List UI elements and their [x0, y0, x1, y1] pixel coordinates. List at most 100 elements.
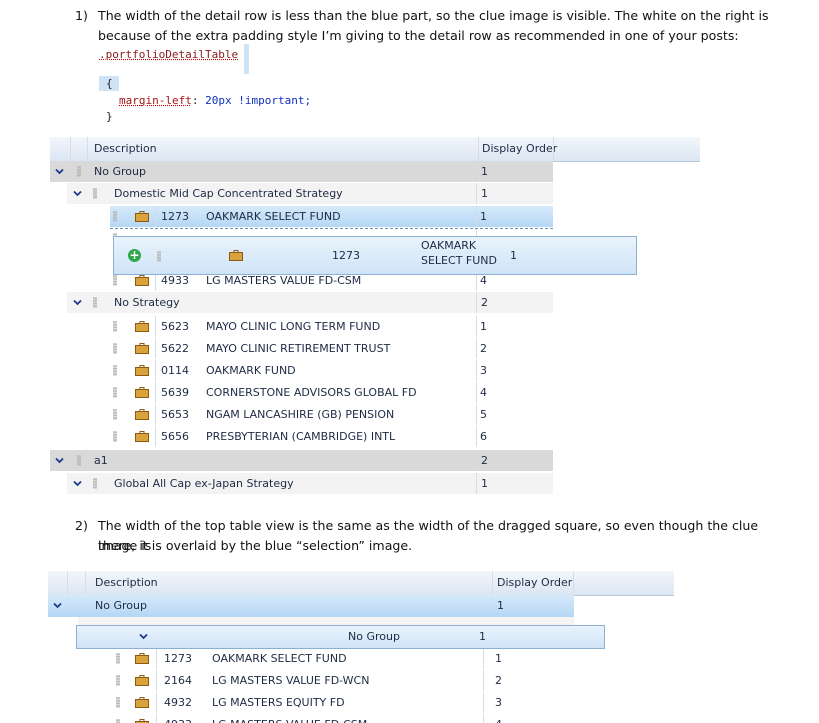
drag-clue-row[interactable]: + 1273 OAKMARK SELECT FUND 1: [113, 236, 637, 275]
subgroup-row[interactable]: No Strategy 2: [67, 292, 553, 313]
table-row[interactable]: 1273 OAKMARK SELECT FUND 1: [113, 648, 574, 669]
briefcase-icon: [135, 211, 149, 222]
code-value: 20px !important;: [198, 94, 312, 107]
drag-clue-row[interactable]: No Group 1: [76, 625, 605, 649]
grip-icon[interactable]: [113, 275, 117, 286]
table-row[interactable]: 4933 LG MASTERS VALUE FD-CSM 4: [113, 714, 574, 723]
chevron-down-icon[interactable]: [73, 298, 82, 307]
row-id: 5656: [161, 430, 189, 443]
row-name: OAKMARK SELECT FUND: [206, 210, 341, 223]
row-id: 5622: [161, 342, 189, 355]
chevron-down-icon: [139, 633, 148, 640]
grip-icon[interactable]: [77, 166, 81, 177]
paragraph-2-line-2: there, it is overlaid by the blue “selec…: [98, 538, 413, 553]
row-name: OAKMARK SELECT FUND: [212, 652, 347, 665]
group-order: 1: [481, 165, 488, 178]
table-row[interactable]: 4932 LG MASTERS EQUITY FD 3: [113, 692, 574, 713]
group-order: 2: [481, 454, 488, 467]
briefcase-icon: [135, 321, 149, 332]
briefcase-icon: [135, 387, 149, 398]
row-id: 2164: [164, 674, 192, 687]
grid-1: Description Display Order No Group 1 Domes…: [50, 137, 700, 499]
grip-icon[interactable]: [77, 455, 81, 466]
subgroup-row[interactable]: Global All Cap ex-Japan Strategy 1: [67, 473, 553, 494]
briefcase-icon: [135, 365, 149, 376]
group-row[interactable]: a1 2: [50, 450, 553, 471]
grid-2-header: Description Display Order: [48, 571, 674, 596]
grip-icon[interactable]: [116, 697, 120, 708]
row-order: 1: [495, 652, 502, 665]
drag-order: 1: [510, 249, 517, 262]
table-row[interactable]: 5622 MAYO CLINIC RETIREMENT TRUST 2: [110, 338, 553, 359]
subgroup-order: 2: [481, 296, 488, 309]
row-id: 5653: [161, 408, 189, 421]
grip-icon: [157, 251, 161, 262]
grip-icon[interactable]: [113, 365, 117, 376]
table-row[interactable]: 0114 OAKMARK FUND 3: [110, 360, 553, 381]
chevron-down-icon[interactable]: [53, 601, 62, 610]
subgroup-label: Global All Cap ex-Japan Strategy: [114, 477, 294, 490]
grip-icon[interactable]: [113, 211, 117, 222]
group-label: No Group: [95, 599, 147, 612]
row-name: MAYO CLINIC LONG TERM FUND: [206, 320, 381, 333]
subgroup-row[interactable]: Domestic Mid Cap Concentrated Strategy 1: [67, 183, 553, 204]
column-header-display-order[interactable]: Display Order: [497, 571, 572, 595]
grip-icon[interactable]: [93, 478, 97, 489]
column-header-description[interactable]: Description: [95, 571, 158, 595]
drop-indicator-line: [110, 228, 553, 229]
row-order: 2: [480, 342, 487, 355]
drag-name-line-2: SELECT FUND: [421, 254, 497, 267]
grip-icon[interactable]: [116, 675, 120, 686]
grip-icon[interactable]: [113, 409, 117, 420]
group-row-no-group[interactable]: No Group 1: [48, 595, 574, 617]
chevron-down-icon[interactable]: [73, 479, 82, 488]
table-row[interactable]: 2164 LG MASTERS VALUE FD-WCN 2: [113, 670, 574, 691]
column-header-description[interactable]: Description: [94, 137, 157, 161]
briefcase-icon: [135, 719, 149, 723]
column-header-display-order[interactable]: Display Order: [482, 137, 557, 161]
subgroup-order: 1: [481, 477, 488, 490]
row-name: LG MASTERS EQUITY FD: [212, 696, 345, 709]
briefcase-icon: [229, 250, 243, 261]
table-row[interactable]: 5656 PRESBYTERIAN (CAMBRIDGE) INTL 6: [110, 426, 553, 447]
row-name: LG MASTERS VALUE FD-CSM: [212, 714, 367, 723]
grip-icon[interactable]: [113, 343, 117, 354]
row-name: MAYO CLINIC RETIREMENT TRUST: [206, 342, 391, 355]
grip-icon[interactable]: [93, 297, 97, 308]
chevron-down-icon[interactable]: [55, 456, 64, 465]
table-row[interactable]: 1273 OAKMARK SELECT FUND 1: [110, 206, 553, 227]
grip-icon[interactable]: [113, 431, 117, 442]
grip-icon[interactable]: [93, 188, 97, 199]
table-row[interactable]: 5623 MAYO CLINIC LONG TERM FUND 1: [110, 316, 553, 337]
grip-icon[interactable]: [113, 321, 117, 332]
briefcase-icon: [135, 431, 149, 442]
code-class-name: .portfolioDetailTable: [99, 48, 239, 61]
row-order: 2: [495, 674, 502, 687]
row-id: 1273: [164, 652, 192, 665]
code-property: margin-left: [119, 94, 192, 107]
group-row[interactable]: No Group 1: [50, 161, 553, 182]
row-id: 4933: [164, 714, 192, 723]
subgroup-label: No Strategy: [114, 296, 180, 309]
table-row[interactable]: 5653 NGAM LANCASHIRE (GB) PENSION 5: [110, 404, 553, 425]
paragraph-1-line-1: The width of the detail row is less than…: [98, 8, 769, 23]
table-row[interactable]: 5639 CORNERSTONE ADVISORS GLOBAL FD 4: [110, 382, 553, 403]
grip-icon[interactable]: [113, 387, 117, 398]
grip-icon[interactable]: [116, 719, 120, 723]
row-order: 3: [480, 364, 487, 377]
list-number-2: 2): [75, 518, 88, 533]
chevron-down-icon[interactable]: [73, 189, 82, 198]
row-order: 1: [480, 210, 487, 223]
row-id: 4932: [164, 696, 192, 709]
group-order: 1: [497, 599, 504, 612]
paragraph-1-line-2: because of the extra padding style I’m g…: [98, 28, 739, 43]
row-order: 1: [480, 320, 487, 333]
grip-icon[interactable]: [116, 653, 120, 664]
drag-label: No Group: [348, 630, 400, 643]
group-label: a1: [94, 454, 108, 467]
row-order: 6: [480, 430, 487, 443]
chevron-down-icon[interactable]: [55, 167, 64, 176]
row-id: 5639: [161, 386, 189, 399]
subgroup-label: Domestic Mid Cap Concentrated Strategy: [114, 187, 343, 200]
row-id: 0114: [161, 364, 189, 377]
